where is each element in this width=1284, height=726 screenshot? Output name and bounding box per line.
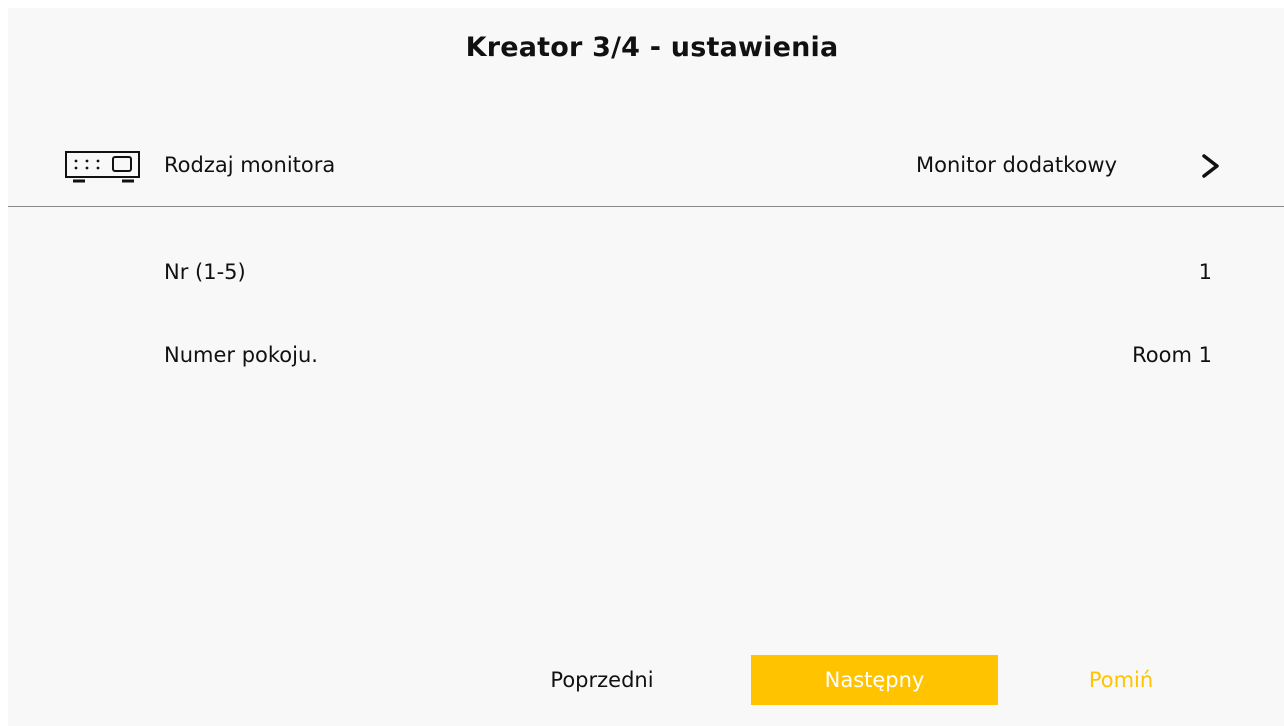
number-value: 1 (1198, 260, 1212, 284)
monitor-device-icon (65, 151, 140, 183)
skip-button[interactable]: Pomiń (1046, 655, 1196, 705)
room-number-row[interactable]: Numer pokoju. Room 1 (8, 337, 1284, 377)
monitor-type-row[interactable]: Rodzaj monitora Monitor dodatkowy (8, 126, 1284, 207)
wizard-screen: Kreator 3/4 - ustawienia Rodzaj monitora… (8, 8, 1284, 726)
number-label: Nr (1-5) (164, 260, 246, 284)
previous-button[interactable]: Poprzedni (502, 655, 702, 705)
page-title: Kreator 3/4 - ustawienia (465, 32, 839, 63)
number-row[interactable]: Nr (1-5) 1 (8, 254, 1284, 294)
chevron-right-icon[interactable] (1197, 146, 1227, 186)
monitor-type-value: Monitor dodatkowy (916, 153, 1117, 177)
monitor-type-label: Rodzaj monitora (164, 153, 336, 177)
room-number-value: Room 1 (1132, 343, 1212, 367)
next-button[interactable]: Następny (751, 655, 998, 705)
room-number-label: Numer pokoju. (164, 343, 318, 367)
